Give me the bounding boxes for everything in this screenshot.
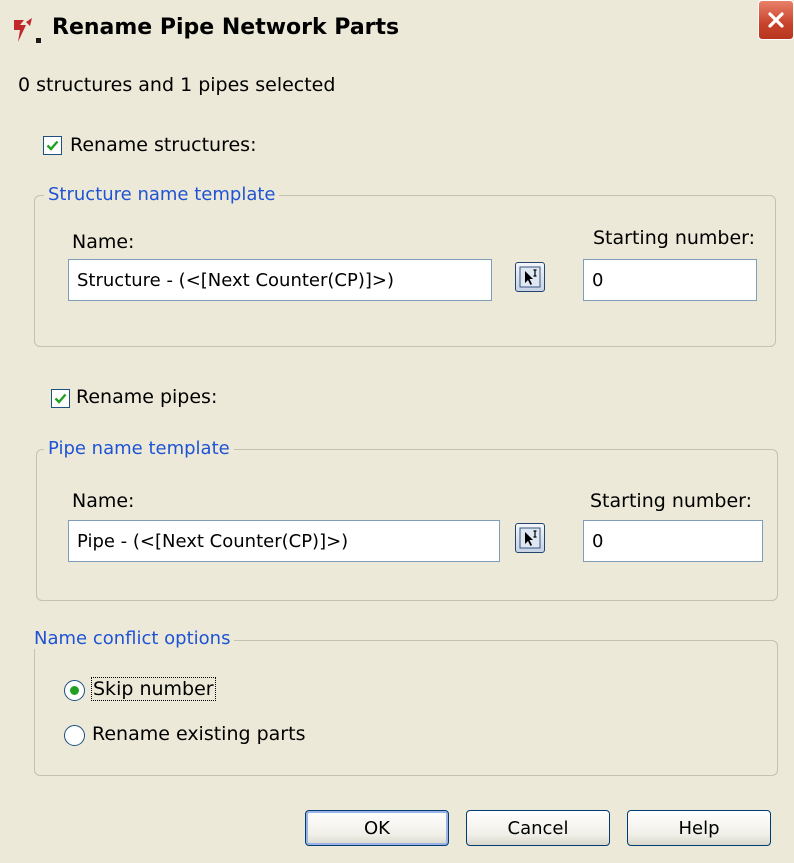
pipe-name-label: Name: <box>72 490 135 512</box>
checkmark-icon <box>54 393 67 404</box>
checkmark-icon <box>46 140 59 151</box>
structure-template-picker-button[interactable] <box>515 262 545 292</box>
radio-selected-dot <box>70 686 79 695</box>
selection-summary: 0 structures and 1 pipes selected <box>18 74 336 96</box>
title-bar: Rename Pipe Network Parts <box>0 0 794 62</box>
rename-existing-parts-label[interactable]: Rename existing parts <box>92 723 305 745</box>
structure-name-label: Name: <box>72 231 135 253</box>
skip-number-radio[interactable] <box>64 680 85 701</box>
pipe-start-input[interactable]: 0 <box>583 520 763 562</box>
conflict-options-group <box>34 640 778 776</box>
civil3d-app-icon <box>14 18 41 43</box>
structure-name-input[interactable]: Structure - (<[Next Counter(CP)]>) <box>68 259 492 301</box>
pipe-name-input[interactable]: Pipe - (<[Next Counter(CP)]>) <box>68 520 500 562</box>
rename-existing-parts-radio[interactable] <box>64 725 85 746</box>
ok-button[interactable]: OK <box>305 810 449 846</box>
structure-template-legend: Structure name template <box>44 184 280 205</box>
pipe-template-legend: Pipe name template <box>44 438 234 459</box>
conflict-options-legend: Name conflict options <box>30 628 235 649</box>
close-icon <box>768 12 784 28</box>
structure-start-label: Starting number: <box>593 227 756 249</box>
rename-structures-checkbox[interactable] <box>43 136 62 155</box>
name-template-picker-icon <box>519 527 541 549</box>
window-title: Rename Pipe Network Parts <box>52 15 400 40</box>
name-template-picker-icon <box>519 266 541 288</box>
pipe-start-label: Starting number: <box>590 490 753 512</box>
rename-pipes-checkbox[interactable] <box>51 389 70 408</box>
rename-structures-label: Rename structures: <box>70 134 257 156</box>
help-button[interactable]: Help <box>627 810 771 846</box>
rename-pipes-label: Rename pipes: <box>76 386 218 408</box>
pipe-template-picker-button[interactable] <box>515 523 545 553</box>
skip-number-label[interactable]: Skip number <box>91 677 216 701</box>
cancel-button[interactable]: Cancel <box>466 810 610 846</box>
close-button[interactable] <box>758 0 794 40</box>
structure-start-input[interactable]: 0 <box>583 259 757 301</box>
